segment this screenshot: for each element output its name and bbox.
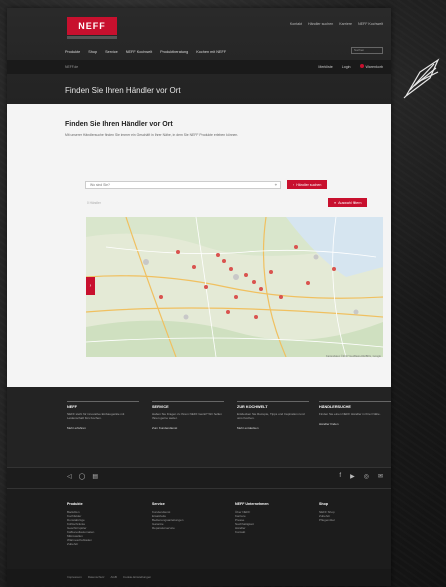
instagram-icon[interactable]: ◎: [364, 473, 369, 480]
nav-item-cooking[interactable]: Kochen mit NEFF: [196, 50, 226, 54]
watchlist-link[interactable]: Merkliste: [318, 65, 332, 69]
nav-item-cookingworld[interactable]: NEFF Kochwelt: [126, 50, 152, 54]
page-title: Finden Sie Ihren Händler vor Ort: [65, 121, 173, 128]
column-divider: [319, 401, 391, 402]
sitemap-title: Shop: [319, 502, 328, 506]
search-arrow-icon: ›: [293, 182, 295, 187]
facebook-icon[interactable]: f: [339, 473, 341, 480]
nav-item-shop[interactable]: Shop: [88, 50, 97, 54]
legal-link[interactable]: Datenschutz: [88, 575, 105, 579]
footer-column-text: Entdecken Sie Rezepte, Tipps und Inspira…: [237, 412, 305, 421]
mail-icon[interactable]: ✉: [378, 473, 383, 480]
util-link-contact[interactable]: Kontakt: [290, 22, 302, 26]
legal-link[interactable]: AGB: [111, 575, 117, 579]
sitemap-link[interactable]: Pflegemittel: [319, 518, 335, 522]
filter-button[interactable]: ≡ Auswahl filtern: [328, 198, 368, 207]
locate-icon[interactable]: ⌖: [275, 182, 277, 188]
cart-label: Warenkorb: [365, 65, 383, 69]
footer-column-title: ZUR KOCHWELT: [237, 405, 268, 409]
main-navigation: Produkte Shop Service NEFF Kochwelt Prod…: [65, 50, 226, 54]
location-search-row: Wo sind Sie? ⌖ › Händler suchen: [85, 180, 328, 189]
util-link-career[interactable]: Karriere: [339, 22, 352, 26]
utility-links: Kontakt Händler suchen Karriere NEFF Koc…: [290, 22, 383, 26]
login-link[interactable]: Login: [342, 65, 351, 69]
map-canvas: [86, 217, 383, 357]
footer-column-title: HÄNDLERSUCHE: [319, 405, 351, 409]
column-divider: [67, 401, 139, 402]
sitemap-link[interactable]: Zubehör: [67, 542, 94, 546]
sitemap-column: Service Kundendienst Ersatzteile Bedienu…: [152, 502, 183, 530]
breadcrumb[interactable]: NEFF.de: [65, 65, 78, 69]
circle-icon[interactable]: ◯: [79, 473, 86, 480]
sitemap-title: Produkte: [67, 502, 83, 506]
sitemap-column: Produkte Backöfen Kochfelder Dunstabzüge…: [67, 502, 94, 546]
footer-column: SERVICE Haben Sie Fragen zu Ihrem NEFF G…: [152, 401, 224, 430]
util-link-cookingworld[interactable]: NEFF Kochwelt: [358, 22, 383, 26]
share-icon[interactable]: ◁: [67, 473, 72, 480]
column-divider: [152, 401, 224, 402]
intro-text: Mit unserer Händlersuche finden Sie imme…: [65, 133, 239, 137]
hero-title: Finden Sie Ihren Händler vor Ort: [65, 86, 181, 95]
brand-logo[interactable]: NEFF: [67, 17, 117, 35]
legal-link[interactable]: Impressum: [67, 575, 82, 579]
dealer-locator-section: Finden Sie Ihren Händler vor Ort Mit uns…: [7, 104, 391, 387]
footer-column-text: NEFF steht für innovative Einbaugeräte m…: [67, 412, 125, 421]
legal-link[interactable]: Cookie-Einstellungen: [123, 575, 151, 579]
dealer-search-button[interactable]: › Händler suchen: [287, 180, 328, 189]
footer-column: ZUR KOCHWELT Entdecken Sie Rezepte, Tipp…: [237, 401, 309, 430]
decorative-sketch-icon: [403, 58, 440, 99]
map-list-toggle[interactable]: ›: [86, 277, 95, 295]
cart-link[interactable]: Warenkorb: [359, 64, 383, 69]
legal-links: Impressum Datenschutz AGB Cookie-Einstel…: [67, 575, 151, 579]
sitemap-column: NEFF Unternehmen Über NEFF Karriere Pres…: [235, 502, 269, 534]
sitemap-column: Shop NEFF Shop Zubehör Pflegemittel: [319, 502, 335, 522]
column-divider: [237, 401, 309, 402]
sitemap-link[interactable]: Reparaturservice: [152, 526, 183, 530]
location-input-placeholder: Wo sind Sie?: [90, 182, 110, 187]
cart-icon: [359, 64, 364, 68]
footer-column-text: Finden Sie einen NEFF Händler in Ihrer N…: [319, 412, 381, 416]
print-icon[interactable]: ▤: [92, 473, 98, 480]
util-link-dealer[interactable]: Händler suchen: [308, 22, 333, 26]
nav-item-advice[interactable]: Produktberatung: [160, 50, 188, 54]
footer-column-link[interactable]: Mehr entdecken: [237, 426, 309, 430]
footer-column: NEFF NEFF steht für innovative Einbauger…: [67, 401, 139, 430]
social-bar: ◁ ◯ ▤ f ▶ ◎ ✉: [7, 467, 391, 489]
site-header: NEFF Kontakt Händler suchen Karriere NEF…: [7, 8, 391, 104]
footer-column-link[interactable]: Händler finden: [319, 422, 391, 426]
footer-column-link[interactable]: Mehr erfahren: [67, 426, 139, 430]
dealer-map[interactable]: [86, 217, 383, 357]
logo-tagline-bar: [67, 36, 117, 39]
share-icons: ◁ ◯ ▤: [67, 473, 98, 480]
footer-column-text: Haben Sie Fragen zu Ihrem NEFF Gerät? Wi…: [152, 412, 222, 421]
website-frame: NEFF Kontakt Händler suchen Karriere NEF…: [7, 8, 391, 586]
dealer-search-label: Händler suchen: [296, 182, 322, 187]
social-icons: f ▶ ◎ ✉: [339, 473, 383, 480]
location-input[interactable]: Wo sind Sie? ⌖: [85, 180, 281, 189]
sitemap-title: Service: [152, 502, 165, 506]
map-credit: Kartendaten ©2017 GeoBasis-DE/BKG, Googl…: [326, 355, 381, 358]
nav-item-products[interactable]: Produkte: [65, 50, 80, 54]
account-links: Merkliste Login Warenkorb: [318, 64, 383, 69]
filter-icon: ≡: [334, 200, 337, 205]
footer-sitemap: Produkte Backöfen Kochfelder Dunstabzüge…: [7, 489, 391, 569]
footer-column: HÄNDLERSUCHE Finden Sie einen NEFF Händl…: [319, 401, 391, 426]
youtube-icon[interactable]: ▶: [350, 473, 355, 480]
footer-column-link[interactable]: Zum Kundendienst: [152, 426, 224, 430]
footer-info: NEFF NEFF steht für innovative Einbauger…: [7, 387, 391, 467]
filter-button-label: Auswahl filtern: [338, 200, 362, 205]
header-search-input[interactable]: Suchen: [351, 47, 383, 54]
footer-column-title: SERVICE: [152, 405, 169, 409]
sitemap-title: NEFF Unternehmen: [235, 502, 269, 506]
footer-column-title: NEFF: [67, 405, 77, 409]
nav-item-service[interactable]: Service: [105, 50, 118, 54]
result-count: 0 Händler: [87, 201, 101, 205]
sitemap-link[interactable]: Kontakt: [235, 530, 269, 534]
legal-bar: Impressum Datenschutz AGB Cookie-Einstel…: [7, 569, 391, 586]
sub-bar: NEFF.de Merkliste Login Warenkorb: [7, 60, 391, 74]
